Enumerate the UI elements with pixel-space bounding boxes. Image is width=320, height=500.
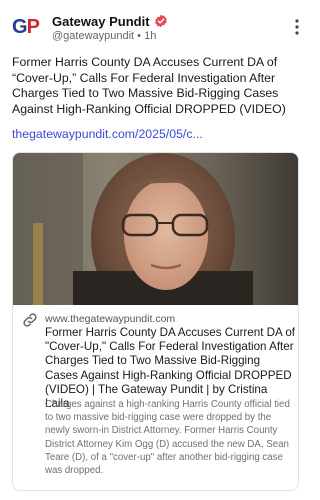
- avatar-letter-p: P: [26, 16, 40, 38]
- link-preview-card[interactable]: www.thegatewaypundit.com Former Harris C…: [12, 152, 299, 491]
- post-text: Former Harris County DA Accuses Current …: [12, 55, 286, 116]
- post-link[interactable]: thegatewaypundit.com/2025/05/c...: [12, 127, 302, 142]
- post-header: GP Gateway Pundit @gatewaypundit • 1h: [12, 10, 302, 44]
- avatar[interactable]: GP: [12, 12, 42, 42]
- meta-separator: •: [137, 30, 142, 42]
- post-time: 1h: [144, 30, 157, 42]
- preview-details: www.thegatewaypundit.com Former Harris C…: [13, 305, 298, 490]
- verified-badge-icon: [154, 14, 167, 28]
- author-meta: @gatewaypundit • 1h: [52, 30, 156, 42]
- more-vertical-icon[interactable]: [292, 18, 302, 36]
- preview-domain: www.thegatewaypundit.com: [45, 313, 176, 325]
- author-handle[interactable]: @gatewaypundit: [52, 30, 134, 42]
- avatar-letter-g: G: [12, 16, 28, 38]
- author-name[interactable]: Gateway Pundit: [52, 14, 150, 29]
- author-name-row: Gateway Pundit: [52, 13, 168, 29]
- social-post: GP Gateway Pundit @gatewaypundit • 1h Fo…: [0, 0, 311, 500]
- link-icon: [23, 313, 37, 327]
- preview-description: Charges against a high-ranking Harris Co…: [45, 399, 290, 477]
- preview-image: [13, 153, 298, 305]
